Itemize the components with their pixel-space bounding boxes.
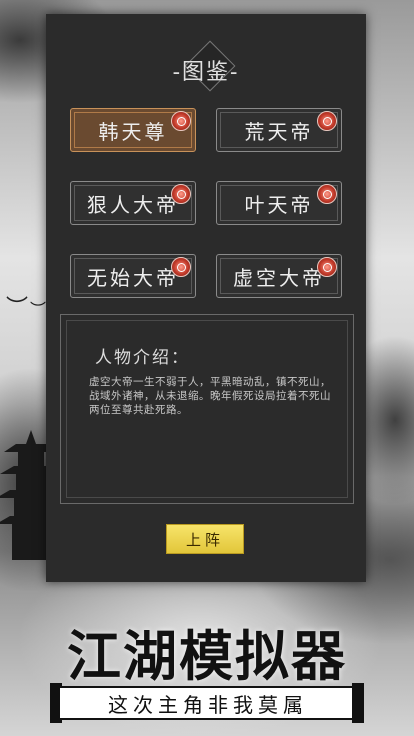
intro-heading: 人物介绍：	[95, 348, 190, 368]
bird-silhouette: ︶	[30, 300, 47, 319]
character-name: 虚空大帝	[233, 265, 325, 290]
character-name: 韩天尊	[98, 119, 168, 144]
deploy-button[interactable]: 上阵	[166, 524, 244, 554]
banner-right-cap	[352, 683, 364, 723]
character-name: 叶天帝	[244, 192, 314, 217]
character-button-han-tianzun[interactable]: 韩天尊	[70, 108, 196, 152]
character-button-henren-dadi[interactable]: 狠人大帝	[70, 181, 196, 225]
seal-icon	[317, 111, 337, 131]
character-button-huang-tiandi[interactable]: 荒天帝	[216, 108, 342, 152]
seal-icon	[171, 257, 191, 277]
game-title: 江湖模拟器	[67, 624, 347, 688]
character-button-xukong-dadi[interactable]: 虚空大帝	[216, 254, 342, 298]
character-name: 荒天帝	[244, 119, 314, 144]
codex-panel: -图鉴- 韩天尊 荒天帝 狠人大帝 叶天帝 无始大帝 虚空大帝 人物介绍： 虚空…	[46, 14, 366, 582]
seal-icon	[171, 184, 191, 204]
seal-icon	[317, 257, 337, 277]
bird-silhouette: ︶	[6, 296, 29, 321]
seal-icon	[171, 111, 191, 131]
tagline-banner: 这次主角非我莫属	[58, 686, 358, 720]
page-title: -图鉴-	[172, 60, 240, 85]
character-button-ye-tiandi[interactable]: 叶天帝	[216, 181, 342, 225]
character-button-wushi-dadi[interactable]: 无始大帝	[70, 254, 196, 298]
intro-text: 虚空大帝一生不弱于人，平黑暗动乱，镇不死山，战域外诸神，从未退缩。晚年假死设局拉…	[89, 376, 331, 416]
character-name: 无始大帝	[87, 265, 179, 290]
character-name: 狠人大帝	[87, 192, 179, 217]
character-intro-box: 人物介绍： 虚空大帝一生不弱于人，平黑暗动乱，镇不死山，战域外诸神，从未退缩。晚…	[60, 314, 354, 504]
seal-icon	[317, 184, 337, 204]
